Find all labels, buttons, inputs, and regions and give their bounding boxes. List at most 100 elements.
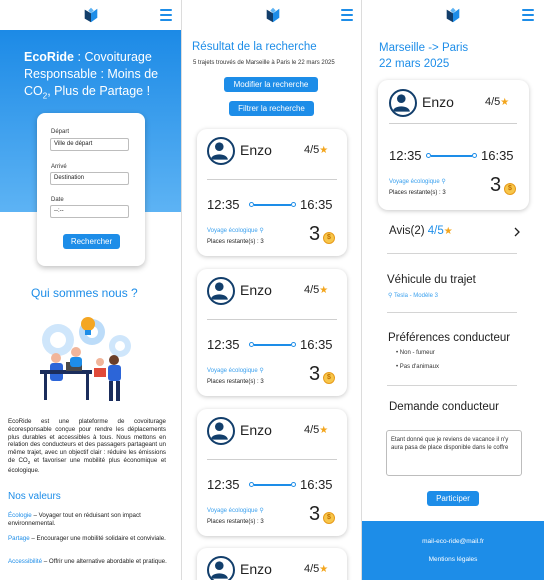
hamburger-menu-icon[interactable]	[522, 9, 534, 21]
user-avatar-icon	[207, 277, 235, 305]
route-end-dot	[291, 202, 296, 207]
route-line	[254, 204, 291, 206]
hero-title: EcoRide : Covoiturage Responsable : Moin…	[24, 50, 159, 101]
star-icon: ★	[319, 564, 329, 575]
trip-result-card[interactable]: Enzo 4/5★ 12:35 16:35 Voyage écologique ⚲ Pla…	[197, 269, 347, 396]
route-header: Marseille -> Paris 22 mars 2025	[379, 42, 469, 70]
chevron-right-icon[interactable]	[513, 227, 521, 237]
eco-leaf-icon: ⚲	[259, 228, 264, 234]
teamwork-illustration	[40, 317, 131, 401]
search-button[interactable]: Rechercher	[63, 234, 120, 249]
star-icon: ★	[319, 145, 329, 156]
driver-name: Enzo	[240, 422, 272, 438]
route-end-dot	[291, 342, 296, 347]
home-screen: EcoRide : Covoiturage Responsable : Moin…	[0, 0, 182, 580]
vehicle-model: ⚲ Tesla - Modèle 3	[388, 293, 438, 299]
arrival-time: 16:35	[300, 337, 333, 352]
trip-price: 3	[309, 503, 321, 525]
driver-name: Enzo	[240, 142, 272, 158]
star-icon: ★	[319, 285, 329, 296]
star-icon: ★	[500, 97, 510, 108]
remaining-seats: Places restante(s) : 3	[207, 239, 264, 245]
user-avatar-icon	[389, 89, 417, 117]
eco-trip-label: Voyage écologique ⚲	[207, 368, 264, 374]
departure-time: 12:35	[207, 337, 240, 352]
vehicle-title: Véhicule du trajet	[387, 274, 476, 286]
results-title: Résultat de la recherche	[192, 41, 317, 53]
route-line	[254, 344, 291, 346]
trip-price: 3	[490, 174, 502, 196]
header	[362, 0, 544, 30]
results-subtitle: 5 trajets trouvés de Marseille à Paris l…	[193, 60, 335, 66]
date-input[interactable]: --:--	[50, 205, 129, 218]
header	[182, 0, 361, 30]
header	[0, 0, 181, 30]
values-title: Nos valeurs	[8, 491, 61, 502]
star-icon: ★	[319, 425, 329, 436]
route-line	[254, 484, 291, 486]
search-form: Départ Ville de départ Arrivé Destinatio…	[37, 113, 145, 266]
preferences-title: Préférences conducteur	[388, 332, 511, 344]
leaf-logo-icon[interactable]	[82, 6, 100, 24]
modify-search-button[interactable]: Modifier la recherche	[224, 77, 318, 92]
divider	[387, 312, 517, 313]
arrival-time: 16:35	[300, 477, 333, 492]
driver-name: Enzo	[240, 561, 272, 577]
credit-coin-icon: $	[323, 232, 335, 244]
arrive-input[interactable]: Destination	[50, 172, 129, 185]
preference-item: • Pas d'animaux	[396, 364, 439, 370]
trip-price: 3	[309, 363, 321, 385]
preference-item: • Non - fumeur	[396, 350, 435, 356]
leaf-logo-icon[interactable]	[264, 6, 282, 24]
filter-search-button[interactable]: Filtrer la recherche	[229, 101, 314, 116]
footer-legal-link[interactable]: Mentions légales	[362, 556, 544, 563]
credit-coin-icon: $	[504, 183, 516, 195]
request-textarea[interactable]: Etant donné que je reviens de vacance il…	[386, 430, 522, 476]
divider	[387, 385, 517, 386]
eco-leaf-icon: ⚲	[259, 508, 264, 514]
route-end-dot	[291, 482, 296, 487]
hamburger-menu-icon[interactable]	[160, 9, 172, 21]
value-accessibility: Accessibilité – Offrir une alternative a…	[8, 558, 167, 565]
leaf-logo-icon[interactable]	[444, 6, 462, 24]
trip-result-card[interactable]: Enzo 4/5★ 12:35 16:35 Voyage écologique ⚲ Pla…	[197, 129, 347, 256]
departure-time: 12:35	[207, 477, 240, 492]
star-icon: ★	[443, 226, 453, 237]
user-avatar-icon	[207, 137, 235, 165]
arrival-time: 16:35	[300, 197, 333, 212]
divider	[387, 253, 517, 254]
eco-leaf-icon: ⚲	[441, 179, 446, 185]
about-title: Qui sommes nous ?	[31, 286, 138, 300]
trip-detail-screen: Marseille -> Paris 22 mars 2025 Enzo 4/5★ 1…	[362, 0, 544, 580]
user-avatar-icon	[207, 556, 235, 580]
depart-label: Départ	[51, 129, 70, 135]
footer-email[interactable]: mail-eco-ride@mail.fr	[362, 538, 544, 545]
value-ecology: Écologie – Voyager tout en réduisant son…	[8, 512, 141, 527]
driver-rating: 4/5★	[304, 563, 329, 575]
driver-rating: 4/5★	[485, 96, 510, 108]
remaining-seats: Places restante(s) : 3	[389, 190, 446, 196]
depart-input[interactable]: Ville de départ	[50, 138, 129, 151]
eco-leaf-icon: ⚲	[259, 368, 264, 374]
user-avatar-icon	[207, 417, 235, 445]
credit-coin-icon: $	[323, 372, 335, 384]
reviews-link[interactable]: Avis(2) 4/5★	[389, 225, 453, 237]
divider	[389, 123, 517, 124]
divider	[207, 319, 337, 320]
divider	[207, 459, 337, 460]
trip-card: Enzo 4/5★ 12:35 16:35 Voyage écologique ⚲ Pla…	[378, 80, 529, 210]
arrival-time: 16:35	[481, 148, 514, 163]
credit-coin-icon: $	[323, 512, 335, 524]
departure-time: 12:35	[389, 148, 422, 163]
driver-name: Enzo	[240, 282, 272, 298]
footer: mail-eco-ride@mail.fr Mentions légales	[362, 521, 544, 580]
date-label: Date	[51, 197, 64, 203]
trip-result-card[interactable]: Enzo 4/5★	[197, 548, 347, 580]
trip-result-card[interactable]: Enzo 4/5★ 12:35 16:35 Voyage écologique ⚲ Pla…	[197, 409, 347, 536]
arrive-label: Arrivé	[51, 164, 67, 170]
driver-name: Enzo	[422, 94, 454, 110]
participate-button[interactable]: Participer	[427, 491, 479, 506]
request-title: Demande conducteur	[389, 401, 499, 413]
trip-price: 3	[309, 223, 321, 245]
hamburger-menu-icon[interactable]	[341, 9, 353, 21]
